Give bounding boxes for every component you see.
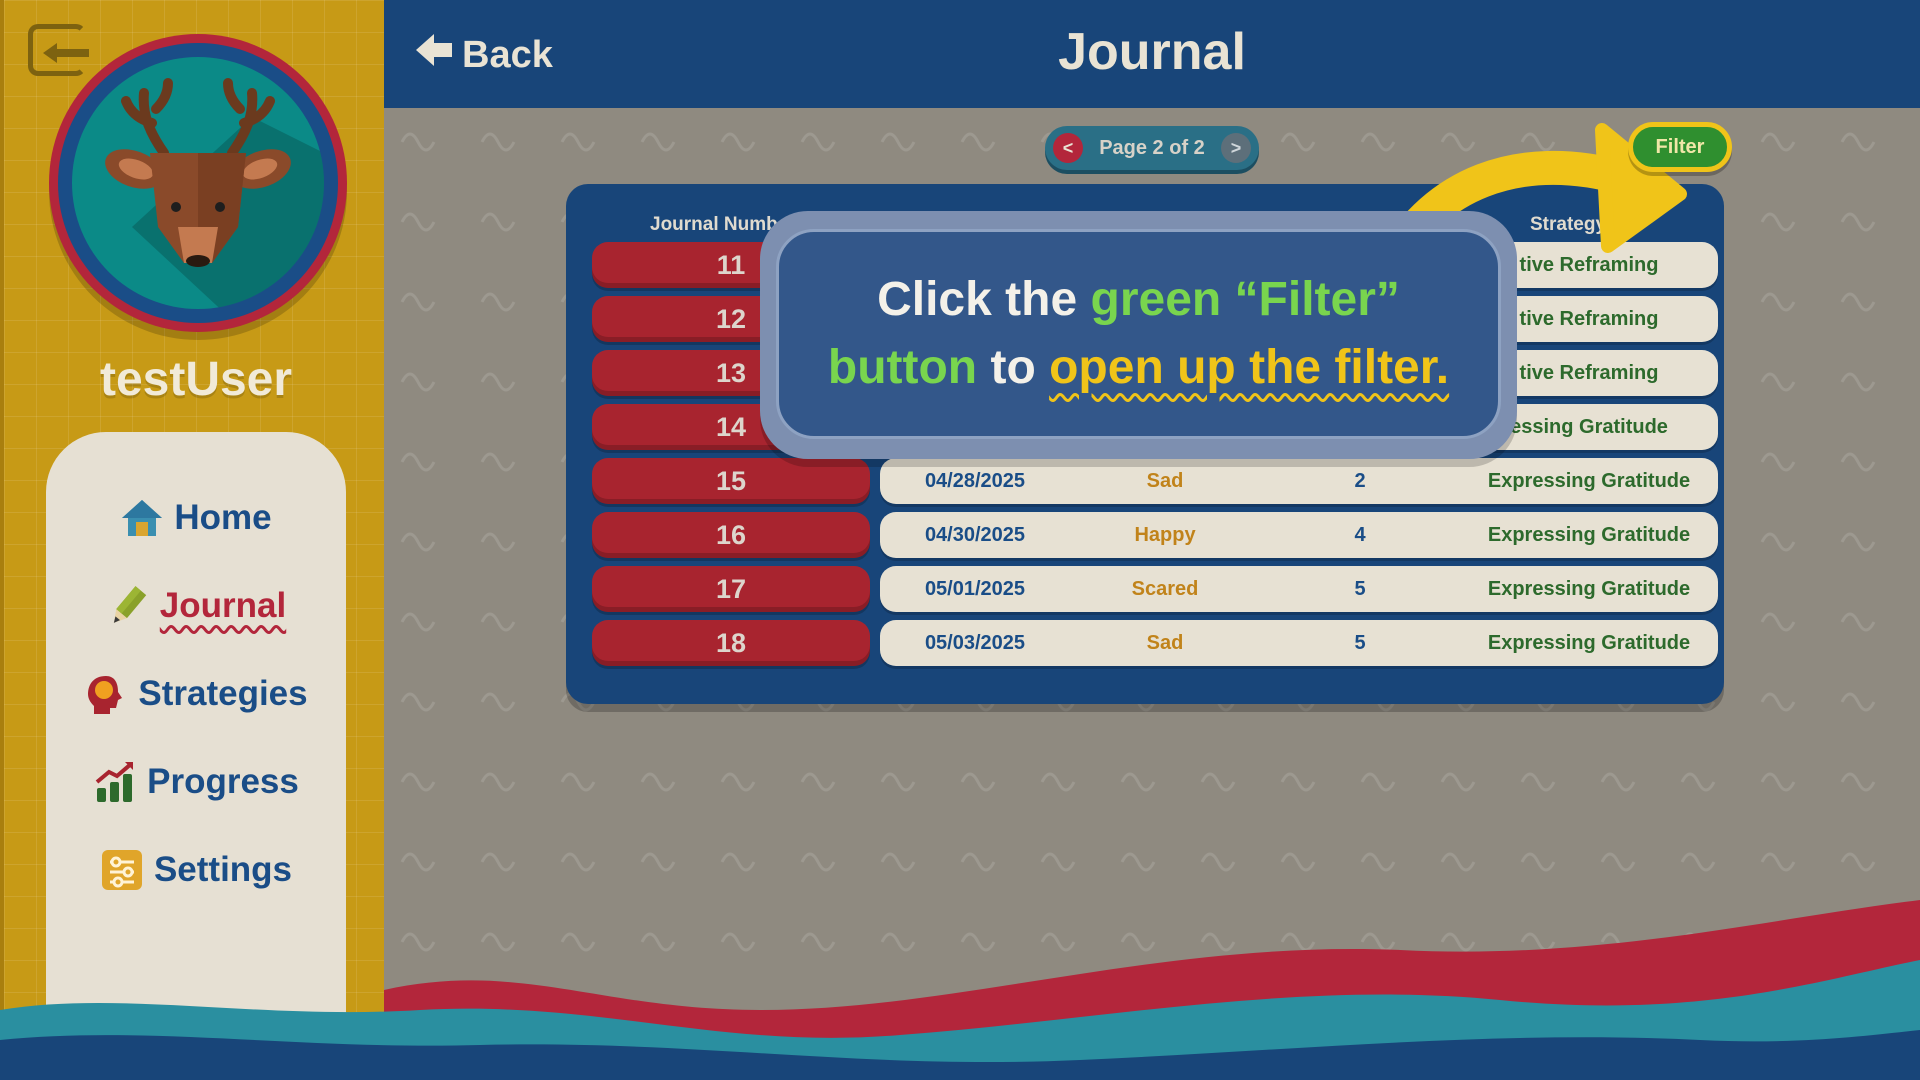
journal-number-button[interactable]: 16 — [592, 512, 870, 558]
decorative-waves — [0, 900, 1920, 1080]
entry-date: 05/03/2025 — [924, 631, 1026, 654]
nav-label-journal: Journal — [159, 586, 287, 625]
entry-strategy: Expressing Gratitude — [1487, 577, 1691, 600]
table-row: 15 04/28/2025 Sad 2 Expressing Gratitude — [566, 458, 1724, 504]
tooltip-text-5: open up the filter. — [1049, 341, 1450, 394]
journal-number-button[interactable]: 15 — [592, 458, 870, 504]
journal-number-button[interactable]: 18 — [592, 620, 870, 666]
journal-number-button[interactable]: 17 — [592, 566, 870, 612]
back-label: Back — [462, 33, 553, 76]
nav-label-strategies: Strategies — [138, 674, 308, 713]
nav-label-home: Home — [174, 498, 272, 537]
arrow-left-icon — [414, 30, 454, 80]
bar-chart-icon — [93, 760, 137, 804]
entry-date: 05/01/2025 — [924, 577, 1026, 600]
back-button[interactable]: Back — [414, 30, 553, 80]
entry-strategy: Expressing Gratitude — [1487, 523, 1691, 546]
page-indicator: Page 2 of 2 — [1099, 136, 1205, 159]
logout-icon[interactable] — [28, 24, 89, 76]
tooltip-text-2: green “Filter” — [1090, 273, 1400, 326]
page-title: Journal — [1058, 23, 1246, 81]
house-icon — [120, 496, 164, 540]
entry-intensity: 5 — [1354, 577, 1366, 600]
tutorial-tooltip: Click the green “Filter” button to open … — [760, 211, 1517, 459]
tooltip-text-4: to — [977, 341, 1050, 394]
deer-icon — [72, 57, 324, 309]
username: testUser — [99, 353, 293, 406]
table-row: 16 04/30/2025 Happy 4 Expressing Gratitude — [566, 512, 1724, 558]
tooltip-text-3: button — [827, 341, 978, 394]
prev-page-button[interactable]: < — [1053, 133, 1083, 163]
entry-date: 04/30/2025 — [924, 523, 1026, 546]
entry-intensity: 5 — [1354, 631, 1366, 654]
journal-entry-row[interactable]: 04/28/2025 Sad 2 Expressing Gratitude — [880, 458, 1718, 504]
avatar[interactable] — [49, 34, 347, 332]
entry-mood: Sad — [1146, 631, 1184, 654]
header: Back Journal — [384, 0, 1920, 108]
journal-entry-row[interactable]: 04/30/2025 Happy 4 Expressing Gratitude — [880, 512, 1718, 558]
nav-item-progress[interactable]: Progress — [46, 750, 346, 814]
nav-item-strategies[interactable]: Strategies — [46, 662, 346, 726]
nav-item-journal[interactable]: Journal — [46, 574, 346, 638]
entry-strategy: Expressing Gratitude — [1487, 469, 1691, 492]
entry-strategy: Expressing Gratitude — [1487, 631, 1691, 654]
brain-head-icon — [84, 672, 128, 716]
entry-mood: Happy — [1134, 523, 1196, 546]
entry-intensity: 4 — [1354, 523, 1366, 546]
pencil-icon — [106, 584, 150, 628]
column-header-journal-number: Journal Numb — [650, 214, 778, 235]
pagination: < Page 2 of 2 > — [1045, 126, 1259, 170]
nav-label-progress: Progress — [147, 762, 299, 801]
table-row: 18 05/03/2025 Sad 5 Expressing Gratitude — [566, 620, 1724, 666]
filter-button[interactable]: Filter — [1628, 122, 1732, 172]
entry-intensity: 2 — [1354, 469, 1366, 492]
entry-mood: Scared — [1131, 577, 1199, 600]
next-page-button[interactable]: > — [1220, 133, 1251, 163]
entry-date: 04/28/2025 — [924, 469, 1026, 492]
tooltip-text-1: Click the — [877, 273, 1091, 326]
journal-entry-row[interactable]: 05/03/2025 Sad 5 Expressing Gratitude — [880, 620, 1718, 666]
nav-item-home[interactable]: Home — [46, 486, 346, 550]
table-row: 17 05/01/2025 Scared 5 Expressing Gratitude — [566, 566, 1724, 612]
entry-mood: Sad — [1146, 469, 1184, 492]
journal-entry-row[interactable]: 05/01/2025 Scared 5 Expressing Gratitude — [880, 566, 1718, 612]
